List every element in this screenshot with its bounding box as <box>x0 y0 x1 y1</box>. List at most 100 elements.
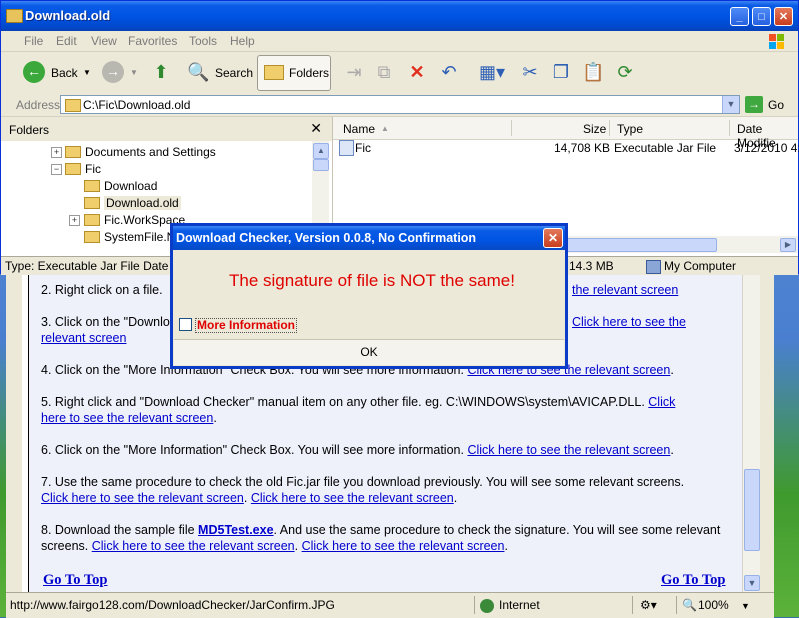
folders-icon <box>264 65 284 80</box>
tree-item-download-old[interactable]: Download.old <box>84 196 181 210</box>
go-to-top-right[interactable]: Go To Top <box>661 572 726 589</box>
expand-icon[interactable]: + <box>51 147 62 158</box>
scroll-down-icon[interactable]: ▼ <box>744 575 760 591</box>
open-folder-icon <box>84 197 100 209</box>
step-7-link-2[interactable]: Click here to see the relevant screen <box>251 491 454 505</box>
forward-dropdown-icon[interactable]: ▼ <box>130 68 138 77</box>
dialog-message: The signature of file is NOT the same! <box>229 271 515 290</box>
more-information-checkbox[interactable] <box>179 318 192 331</box>
address-dropdown-icon[interactable]: ▼ <box>722 96 739 113</box>
folder-icon <box>84 214 100 226</box>
tree-item-download[interactable]: Download <box>84 179 157 193</box>
step-3-link[interactable]: Click here to see the <box>572 314 686 330</box>
tree-item-systemfile[interactable]: SystemFile.No <box>84 230 182 244</box>
dialog-close-button[interactable]: ✕ <box>543 228 563 248</box>
step-6-link[interactable]: Click here to see the relevant screen <box>467 443 670 457</box>
expand-icon[interactable]: + <box>69 215 80 226</box>
back-arrow-icon: ← <box>23 61 45 83</box>
step-2-link[interactable]: the relevant screen <box>572 282 678 298</box>
folders-pane-header: Folders ✕ <box>1 117 332 141</box>
menu-help[interactable]: Help <box>230 34 255 48</box>
dialog-body: The signature of file is NOT the same! M… <box>174 251 564 335</box>
menu-bar: File Edit View Favorites Tools Help <box>1 31 798 52</box>
status-zone: Internet <box>499 598 540 612</box>
collapse-icon[interactable]: − <box>51 164 62 175</box>
step-5-link[interactable]: Click <box>648 395 675 409</box>
step-5-link-cont[interactable]: here to see the relevant screen <box>41 411 213 425</box>
dialog-titlebar[interactable]: Download Checker, Version 0.0.8, No Conf… <box>173 226 565 250</box>
maximize-button[interactable]: □ <box>752 7 771 26</box>
step-7: 7. Use the same procedure to check the o… <box>41 475 685 505</box>
forward-button[interactable]: → ▼ <box>102 58 142 88</box>
go-to-top-left[interactable]: Go To Top <box>43 572 108 589</box>
status-zone: My Computer <box>664 259 737 273</box>
step-5: 5. Right click and "Download Checker" ma… <box>41 395 676 425</box>
tree-item-documents[interactable]: Documents and Settings <box>65 145 216 159</box>
computer-icon <box>646 260 661 274</box>
folder-icon <box>6 9 23 23</box>
scrollbar-thumb[interactable] <box>565 238 717 252</box>
address-input[interactable]: C:\Fic\Download.old ▼ <box>60 95 740 114</box>
scroll-up-icon[interactable]: ▲ <box>313 143 329 159</box>
step-7-link-1[interactable]: Click here to see the relevant screen <box>41 491 244 505</box>
browser-scrollbar[interactable]: ▼ <box>742 274 760 592</box>
col-name[interactable]: Name <box>343 122 375 136</box>
window-title: Download.old <box>25 8 111 23</box>
step-6: 6. Click on the "More Information" Check… <box>41 443 674 457</box>
sort-ascending-icon: ▲ <box>381 124 389 133</box>
forward-arrow-icon: → <box>102 61 124 83</box>
step-8-link-1[interactable]: Click here to see the relevant screen <box>92 539 295 553</box>
folder-icon <box>84 231 100 243</box>
minimize-button[interactable]: _ <box>730 7 749 26</box>
scrollbar-thumb[interactable] <box>744 469 760 551</box>
col-size[interactable]: Size <box>583 122 606 136</box>
menu-edit[interactable]: Edit <box>56 34 77 48</box>
folders-button[interactable]: Folders <box>257 55 331 91</box>
back-dropdown-icon[interactable]: ▼ <box>83 68 91 77</box>
search-icon: 🔍 <box>187 62 210 82</box>
back-button[interactable]: ← Back ▼ <box>23 58 98 88</box>
search-button[interactable]: 🔍 Search <box>187 58 253 88</box>
cut-icon[interactable]: ✂ <box>519 62 541 82</box>
explorer-titlebar[interactable]: Download.old _ □ ✕ <box>1 1 798 31</box>
step-3-link-cont[interactable]: relevant screen <box>41 331 126 345</box>
windows-logo-icon <box>769 34 784 49</box>
views-icon[interactable]: ▦▾ <box>477 62 507 82</box>
jar-file-icon <box>339 140 354 156</box>
zoom-dropdown-icon[interactable]: ▼ <box>741 601 750 611</box>
folder-icon <box>84 180 100 192</box>
more-information-label[interactable]: More Information <box>195 318 297 333</box>
copy-icon[interactable]: ❐ <box>550 62 572 82</box>
close-button[interactable]: ✕ <box>774 7 793 26</box>
folder-up-icon: ⬆ <box>153 62 169 82</box>
close-pane-icon[interactable]: ✕ <box>310 120 322 137</box>
col-type[interactable]: Type <box>617 122 643 136</box>
address-bar: Address C:\Fic\Download.old ▼ → Go <box>1 94 798 117</box>
md5test-link[interactable]: MD5Test.exe <box>198 523 274 537</box>
paste-icon[interactable]: 📋 <box>582 62 604 82</box>
delete-icon[interactable]: ✕ <box>406 62 428 82</box>
tree-item-fic[interactable]: Fic <box>65 162 101 176</box>
browser-status-bar: http://www.fairgo128.com/DownloadChecker… <box>6 592 774 618</box>
undo-icon[interactable]: ↶ <box>438 62 460 82</box>
copy-to-icon[interactable]: ⧉ <box>373 62 395 82</box>
menu-file[interactable]: File <box>24 34 43 48</box>
toolbar: ← Back ▼ → ▼ ⬆ 🔍 Search Folders ⇥ ⧉ ✕ ↶ … <box>1 52 798 95</box>
move-to-icon[interactable]: ⇥ <box>343 62 365 82</box>
zoom-level[interactable]: 100% <box>698 598 729 612</box>
up-button[interactable]: ⬆ <box>149 58 175 88</box>
folders-pane-title: Folders <box>9 123 50 137</box>
step-8-link-2[interactable]: Click here to see the relevant screen <box>302 539 505 553</box>
menu-favorites[interactable]: Favorites <box>128 34 177 48</box>
menu-tools[interactable]: Tools <box>189 34 217 48</box>
security-icon[interactable]: ⚙▾ <box>640 598 657 612</box>
ok-button[interactable]: OK <box>174 339 564 365</box>
go-arrow-icon: → <box>745 96 763 113</box>
refresh-icon[interactable]: ⟳ <box>614 62 636 82</box>
globe-icon <box>480 599 494 613</box>
scrollbar-thumb[interactable] <box>313 159 329 171</box>
step-8: 8. Download the sample file MD5Test.exe.… <box>41 523 721 553</box>
dialog-title: Download Checker, Version 0.0.8, No Conf… <box>176 231 477 245</box>
scroll-right-icon[interactable]: ▶ <box>780 238 796 252</box>
menu-view[interactable]: View <box>91 34 117 48</box>
